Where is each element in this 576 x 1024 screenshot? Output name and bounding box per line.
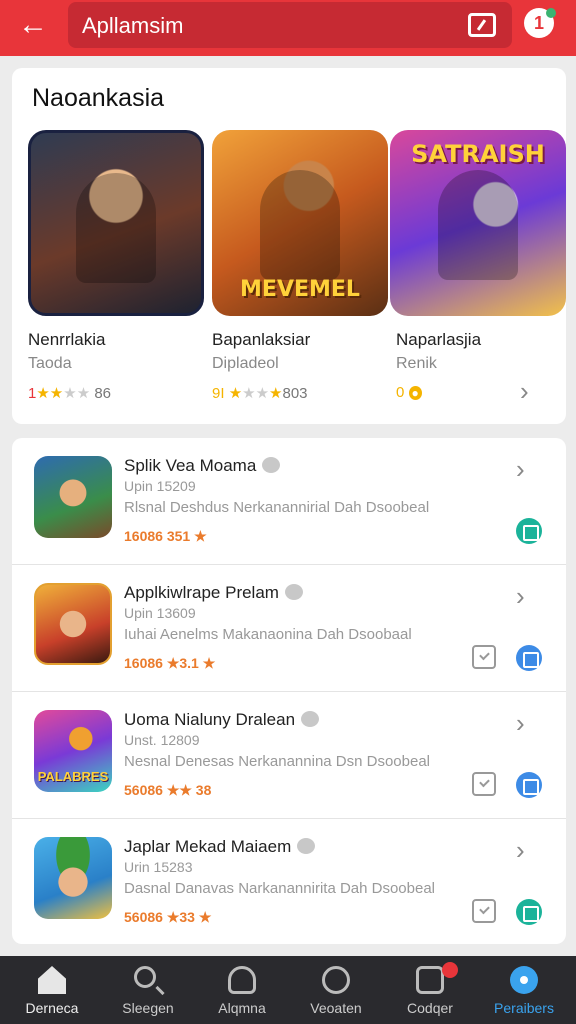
install-button[interactable]	[516, 772, 542, 798]
app-title: Uoma Nialuny Dralean	[124, 710, 320, 730]
chevron-right-icon[interactable]: ›	[516, 835, 525, 866]
notification-count: 1	[533, 13, 544, 33]
search-text: Apllamsim	[82, 13, 184, 38]
bookmark-icon[interactable]	[472, 645, 496, 669]
nav-label: Veoaten	[310, 1000, 362, 1016]
face-icon	[322, 966, 350, 994]
nav-label: Codqer	[407, 1000, 453, 1016]
nav-label: Peraibers	[494, 1000, 554, 1016]
verified-icon	[297, 838, 316, 854]
featured-app-subtitle: Dipladeol	[212, 355, 279, 372]
list-item[interactable]: Japlar Mekad Maiaem Urin 15283 Dasnal Da…	[12, 819, 566, 944]
back-button[interactable]: ←	[18, 8, 54, 44]
bottom-navigation: Derneca Sleegen Alqmna Veoaten Codqer Pe…	[0, 956, 576, 1024]
home-icon	[38, 966, 66, 994]
user-icon	[228, 966, 256, 994]
featured-app-subtitle: Renik	[396, 355, 437, 372]
featured-app-2-art-label: MEVEMEL	[240, 277, 360, 302]
featured-app-rating: 0 ●	[396, 384, 422, 401]
nav-badge	[442, 962, 458, 978]
verified-icon	[262, 457, 281, 473]
list-item[interactable]: Applkiwlrape Prelam Upin 13609 Iuhai Aen…	[12, 565, 566, 692]
app-header: ← Apllamsim 1	[0, 0, 576, 56]
app-description: Rlsnal Deshdus Nerkanannirial Dah Dsoobe…	[124, 499, 430, 516]
nav-item-home[interactable]: Derneca	[4, 956, 100, 1024]
featured-app-subtitle: Taoda	[28, 355, 72, 372]
featured-app-name: Naparlasjia	[396, 330, 482, 349]
featured-app-name: Bapanlaksiar	[212, 330, 311, 349]
app-stats: 16086 ★3.1 ★	[124, 655, 216, 671]
install-button[interactable]	[516, 518, 542, 544]
app-title: Japlar Mekad Maiaem	[124, 837, 316, 857]
nav-label: Alqmna	[218, 1000, 266, 1016]
featured-app-rating: 9I ★★★★803	[212, 385, 308, 402]
search-bar[interactable]: Apllamsim	[68, 2, 512, 48]
app-description: Nesnal Denesas Nerkanannina Dsn Dsoobeal	[124, 753, 431, 770]
chevron-right-icon[interactable]: ›	[516, 708, 525, 739]
notification-dot	[546, 8, 556, 18]
nav-label: Sleegen	[122, 1000, 174, 1016]
nav-label: Derneca	[25, 1000, 79, 1016]
arrow-left-icon: ←	[18, 8, 48, 41]
app-icon	[34, 837, 112, 919]
nav-item-search[interactable]: Sleegen	[100, 956, 196, 1024]
list-item[interactable]: PALABRES Uoma Nialuny Dralean Unst. 1280…	[12, 692, 566, 819]
app-stats: 56086 ★33 ★	[124, 909, 212, 925]
featured-app-rating: 1★★★★ 86	[28, 385, 112, 402]
search-icon	[134, 966, 156, 988]
app-version: Unst. 12809	[124, 732, 200, 748]
app-stats: 16086 351 ★	[124, 528, 207, 544]
bookmark-icon[interactable]	[472, 899, 496, 923]
featured-app-2[interactable]: MEVEMEL Bapanlaksiar Dipladeol 9I ★★★★80…	[212, 130, 388, 402]
chevron-right-icon[interactable]: ›	[516, 581, 525, 612]
bookmark-icon[interactable]	[472, 772, 496, 796]
app-title: Splik Vea Moama	[124, 456, 281, 476]
app-description: Iuhai Aenelms Makanaonina Dah Dsoobaal	[124, 626, 412, 643]
app-icon-label: PALABRES	[37, 769, 109, 784]
featured-app-3[interactable]: SATRAISH Naparlasjia Renik 0 ●	[390, 130, 566, 401]
app-icon	[34, 583, 112, 665]
verified-icon	[301, 711, 320, 727]
app-version: Upin 13609	[124, 605, 196, 621]
app-title: Applkiwlrape Prelam	[124, 583, 303, 603]
featured-app-1-image[interactable]	[28, 130, 204, 316]
app-stats: 56086 ★★ 38	[124, 782, 212, 798]
featured-app-name: Nenrrlakia	[28, 330, 106, 349]
app-list: Splik Vea Moama Upin 15209 Rlsnal Deshdu…	[12, 438, 566, 944]
chevron-right-icon[interactable]: ›	[516, 454, 525, 485]
featured-section: Naoankasia Nenrrlakia Taoda 1★★★★ 86 MEV…	[12, 68, 566, 424]
chevron-right-icon[interactable]: ›	[520, 376, 529, 407]
verified-icon	[284, 584, 303, 600]
app-version: Upin 15209	[124, 478, 196, 494]
featured-app-3-image[interactable]: SATRAISH	[390, 130, 566, 316]
nav-item-account[interactable]: Alqmna	[194, 956, 290, 1024]
featured-app-1[interactable]: Nenrrlakia Taoda 1★★★★ 86	[28, 130, 204, 402]
featured-app-2-image[interactable]: MEVEMEL	[212, 130, 388, 316]
nav-item-profile[interactable]: Peraibers	[476, 956, 572, 1024]
featured-app-3-art-label: SATRAISH	[411, 140, 545, 168]
tablet-icon[interactable]	[468, 13, 496, 37]
box-icon	[416, 966, 444, 994]
nav-item-codes[interactable]: Codqer	[382, 956, 478, 1024]
nav-item-videos[interactable]: Veoaten	[288, 956, 384, 1024]
app-icon	[34, 456, 112, 538]
list-item[interactable]: Splik Vea Moama Upin 15209 Rlsnal Deshdu…	[12, 438, 566, 565]
install-button[interactable]	[516, 899, 542, 925]
circle-icon	[510, 966, 538, 994]
app-icon: PALABRES	[34, 710, 112, 792]
app-description: Dasnal Danavas Narkanannirita Dah Dsoobe…	[124, 880, 436, 897]
app-version: Urin 15283	[124, 859, 193, 875]
install-button[interactable]	[516, 645, 542, 671]
featured-title: Naoankasia	[32, 84, 165, 112]
